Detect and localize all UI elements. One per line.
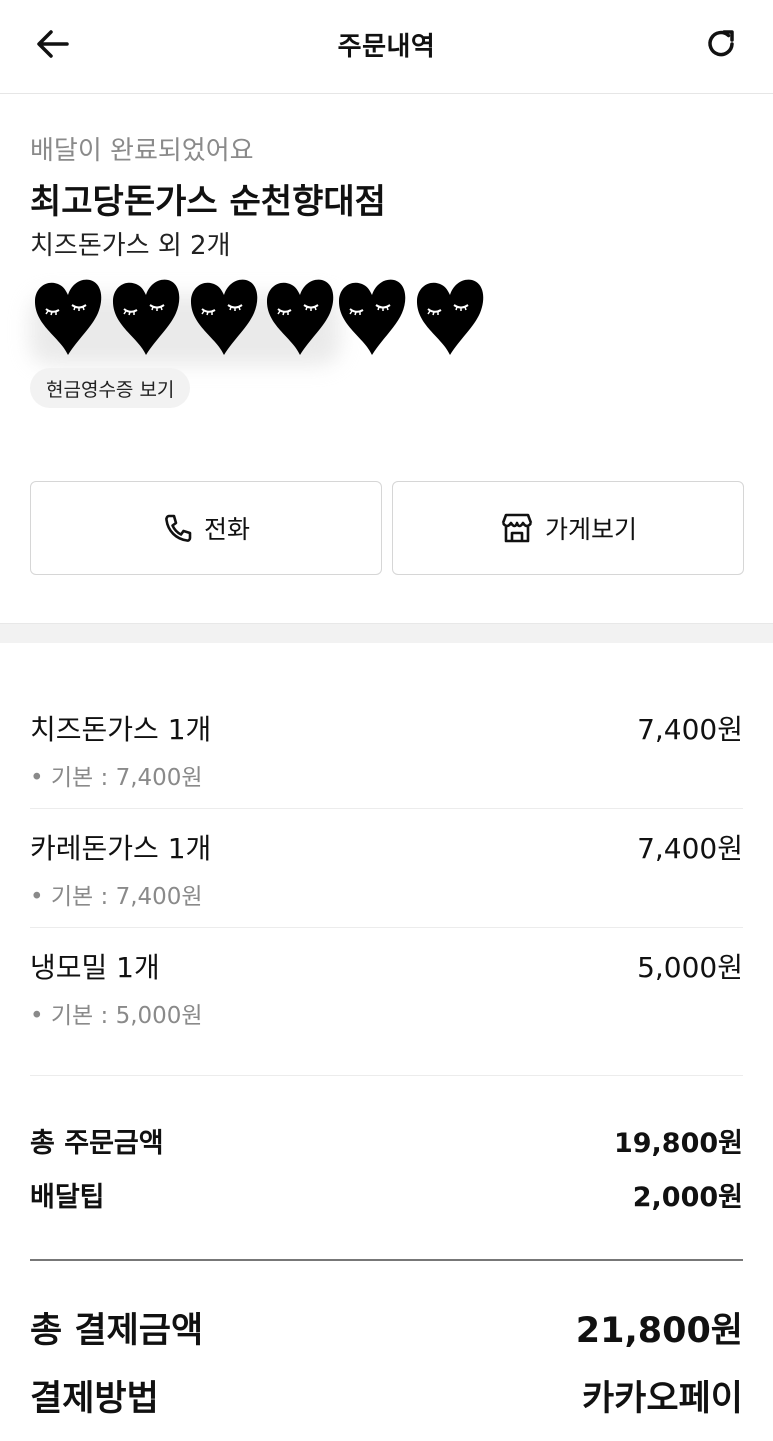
delivery-tip-value: 2,000원 xyxy=(632,1182,743,1213)
item-price: 7,400원 xyxy=(637,713,743,746)
item-name: 카레돈가스 1개 xyxy=(30,832,212,865)
item-name: 치즈돈가스 1개 xyxy=(30,713,212,746)
item-price: 7,400원 xyxy=(637,832,743,865)
item-divider xyxy=(30,927,743,928)
sticker-overlay xyxy=(30,275,500,365)
item-option: • 기본 : 7,400원 xyxy=(30,765,203,791)
heart-sticker-icon xyxy=(190,279,258,355)
payment-method-label: 결제방법 xyxy=(30,1379,159,1419)
payment-total-row: 총 결제금액 21,800원 xyxy=(30,1302,743,1352)
order-total-value: 19,800원 xyxy=(613,1128,743,1159)
delivery-tip-row: 배달팁 2,000원 xyxy=(30,1175,743,1215)
payment-total-value: 21,800원 xyxy=(575,1311,743,1351)
heart-sticker-icon xyxy=(416,279,484,355)
payment-total-label: 총 결제금액 xyxy=(30,1311,204,1351)
call-button-label: 전화 xyxy=(203,515,250,544)
delivery-tip-label: 배달팁 xyxy=(30,1182,105,1213)
phone-icon xyxy=(165,514,192,542)
delivery-status: 배달이 완료되었어요 xyxy=(30,136,254,166)
store-name: 최고당돈가스 순천향대점 xyxy=(30,182,386,222)
item-option: • 기본 : 5,000원 xyxy=(30,1003,203,1029)
cash-receipt-button[interactable]: 현금영수증 보기 xyxy=(30,368,191,408)
section-divider xyxy=(0,623,773,643)
view-store-button[interactable]: 가게보기 xyxy=(392,481,744,575)
item-name: 냉모밀 1개 xyxy=(30,951,160,984)
order-summary: 치즈돈가스 외 2개 xyxy=(30,231,231,261)
heart-sticker-icon xyxy=(34,279,102,355)
heart-sticker-icon xyxy=(338,279,406,355)
order-total-row: 총 주문금액 19,800원 xyxy=(30,1121,743,1161)
refresh-button[interactable] xyxy=(699,22,743,66)
page-title: 주문내역 xyxy=(337,32,436,62)
payment-method-row: 결제방법 카카오페이 xyxy=(30,1370,743,1420)
order-item: 냉모밀 1개 5,000원 • 기본 : 5,000원 xyxy=(30,946,743,1064)
item-divider xyxy=(30,1075,743,1076)
order-total-label: 총 주문금액 xyxy=(30,1128,164,1159)
total-divider xyxy=(30,1259,743,1261)
refresh-icon xyxy=(708,30,734,57)
payment-method-value: 카카오페이 xyxy=(581,1379,743,1419)
heart-sticker-icon xyxy=(266,279,334,355)
app-header: 주문내역 xyxy=(0,0,773,94)
view-store-button-label: 가게보기 xyxy=(544,515,637,544)
item-price: 5,000원 xyxy=(637,951,743,984)
call-button[interactable]: 전화 xyxy=(30,481,382,575)
storefront-icon xyxy=(501,513,533,543)
item-option: • 기본 : 7,400원 xyxy=(30,884,203,910)
heart-sticker-icon xyxy=(112,279,180,355)
item-divider xyxy=(30,808,743,809)
